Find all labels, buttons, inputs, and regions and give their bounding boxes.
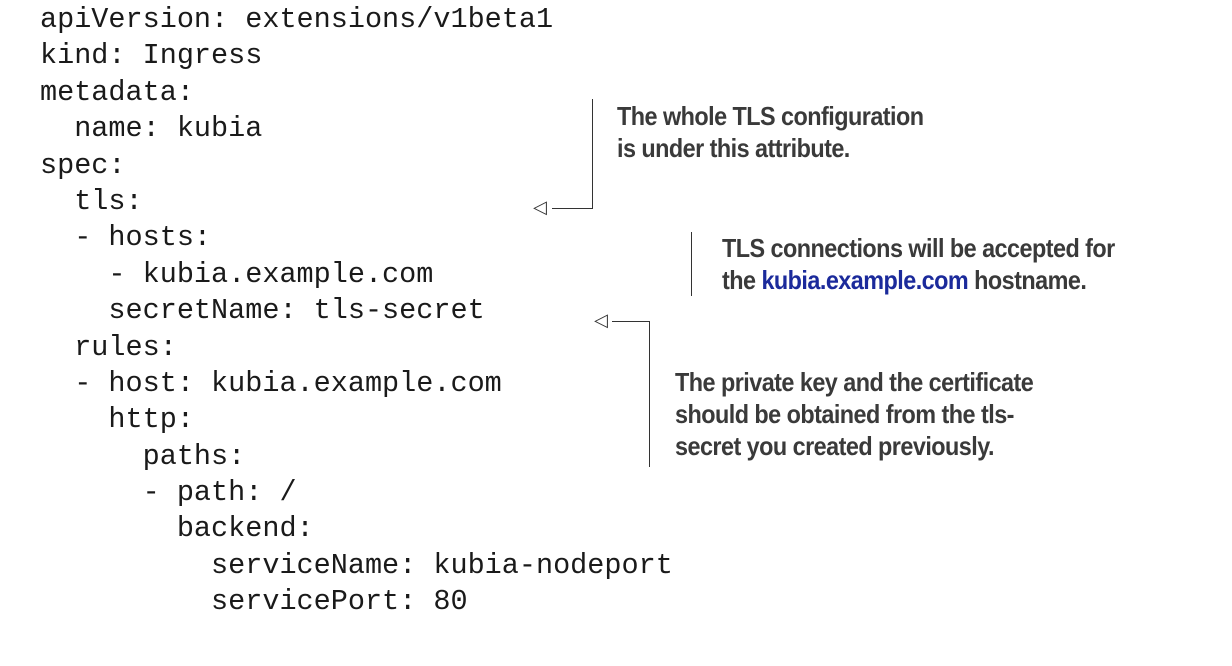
secret-leader-vertical	[649, 321, 650, 467]
code-line: paths:	[40, 439, 246, 473]
hosts-annotation-line: TLS connections will be accepted for	[722, 233, 1115, 263]
hosts-annotation: TLS connections will be accepted for the…	[722, 232, 1115, 296]
tls-annotation-line: The whole TLS configuration	[617, 101, 924, 131]
code-line: servicePort: 80	[40, 585, 468, 619]
secret-pointer-icon: ◁	[594, 310, 608, 331]
tls-annotation: The whole TLS configuration is under thi…	[617, 100, 924, 164]
code-line: rules:	[40, 330, 177, 364]
code-line: serviceName: kubia-nodeport	[40, 548, 673, 582]
code-line: http:	[40, 403, 194, 437]
code-line: name: kubia	[40, 112, 263, 146]
secret-annotation-line: The private key and the certificate	[675, 367, 1034, 397]
code-line: - host: kubia.example.com	[40, 366, 502, 400]
hosts-annotation-suffix: hostname.	[968, 265, 1087, 295]
tls-leader-vertical	[592, 99, 593, 209]
hosts-annotation-bar	[691, 232, 692, 296]
tls-annotation-line: is under this attribute.	[617, 133, 850, 163]
code-line: secretName: tls-secret	[40, 294, 485, 328]
secret-annotation: The private key and the certificate shou…	[675, 366, 1034, 462]
code-line: - hosts:	[40, 221, 212, 255]
secret-leader-horizontal	[612, 321, 650, 322]
hosts-annotation-line: the kubia.example.com hostname.	[722, 264, 1115, 296]
secret-annotation-line: should be obtained from the tls-	[675, 399, 1014, 429]
tls-pointer-icon: ◁	[533, 197, 547, 218]
hostname-highlight: kubia.example.com	[761, 265, 969, 295]
code-line: backend:	[40, 512, 314, 546]
code-line: spec:	[40, 148, 126, 182]
secret-annotation-line: secret you created previously.	[675, 431, 994, 461]
code-line: - kubia.example.com	[40, 257, 434, 291]
hosts-annotation-prefix: the	[722, 265, 762, 295]
tls-leader-horizontal	[552, 208, 593, 209]
code-line: apiVersion: extensions/v1beta1	[40, 3, 554, 36]
code-line: tls:	[40, 184, 143, 218]
yaml-code-listing: apiVersion: extensions/v1beta1 kind: Ingr…	[40, 2, 673, 621]
code-line: metadata:	[40, 75, 194, 109]
code-line: - path: /	[40, 476, 297, 510]
code-line: kind: Ingress	[40, 39, 263, 73]
